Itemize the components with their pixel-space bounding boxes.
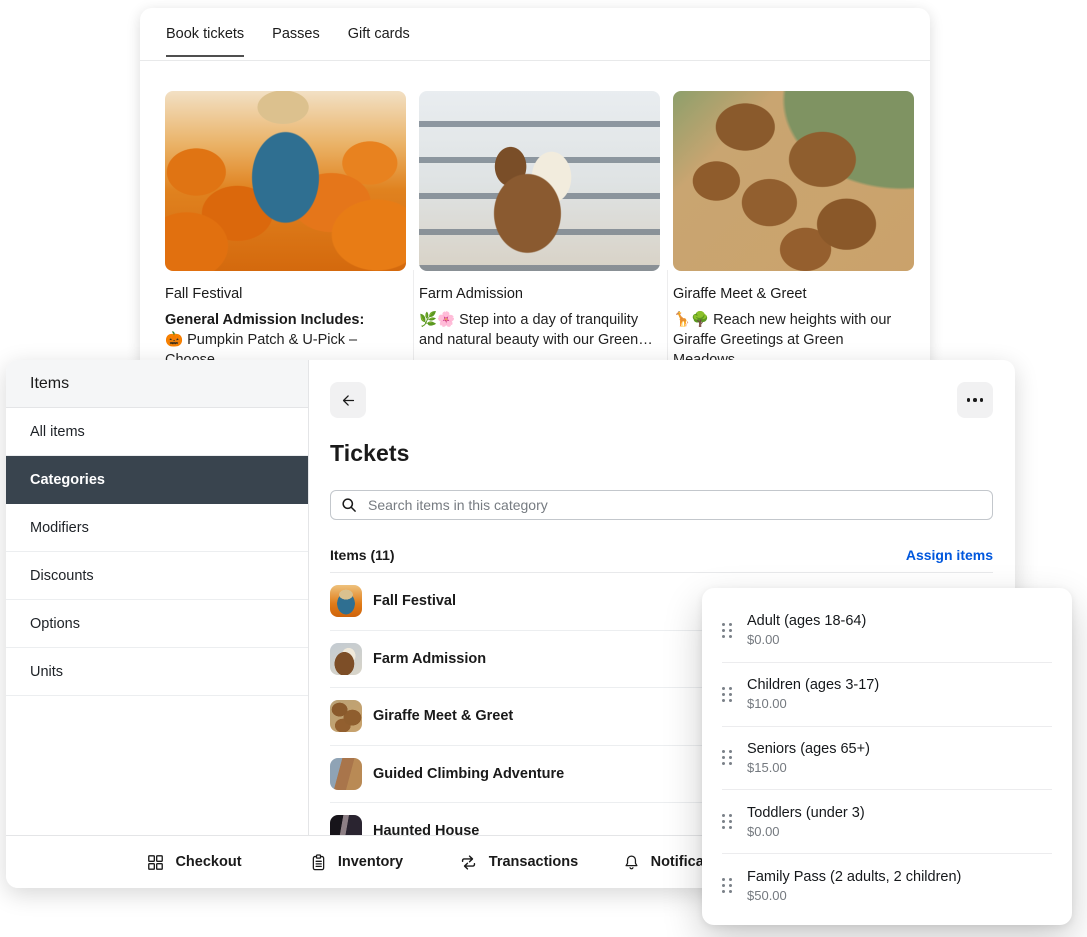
assign-items-link[interactable]: Assign items — [906, 547, 993, 563]
category-title: Tickets — [330, 440, 993, 467]
item-thumbnail — [330, 700, 362, 732]
nav-item-checkout[interactable]: Checkout — [113, 853, 275, 872]
item-label: Farm Admission — [373, 651, 486, 667]
six-dot-drag-handle-icon[interactable] — [722, 878, 732, 893]
item-label: Giraffe Meet & Greet — [373, 708, 513, 724]
sidebar-item-options[interactable]: Options — [6, 600, 308, 648]
event-cards: Fall Festival General Admission Includes… — [140, 61, 930, 370]
card-farm-admission[interactable]: Farm Admission 🌿🌸 Step into a day of tra… — [419, 91, 660, 370]
variation-name: Seniors (ages 65+) — [747, 741, 870, 757]
card-title: Farm Admission — [419, 286, 660, 302]
six-dot-drag-handle-icon[interactable] — [722, 750, 732, 765]
sidebar-title: Items — [6, 360, 308, 408]
item-thumbnail — [330, 758, 362, 790]
booking-window: Book tickets Passes Gift cards Fall Fest… — [140, 8, 930, 372]
giraffe-photo — [673, 91, 914, 271]
variation-name: Adult (ages 18-64) — [747, 613, 866, 629]
booking-tabbar: Book tickets Passes Gift cards — [140, 8, 930, 61]
tab-passes[interactable]: Passes — [272, 8, 320, 60]
ellipsis-icon — [967, 398, 984, 402]
more-options-button[interactable] — [957, 382, 993, 418]
tab-book-tickets[interactable]: Book tickets — [166, 8, 244, 60]
variation-price: $0.00 — [747, 632, 866, 647]
item-label: Guided Climbing Adventure — [373, 766, 564, 782]
variation-row-seniors[interactable]: Seniors (ages 65+) $15.00 — [722, 727, 1052, 791]
card-divider — [667, 270, 668, 372]
search-bar[interactable] — [330, 490, 993, 520]
sidebar-item-categories[interactable]: Categories — [6, 456, 308, 504]
variation-name: Family Pass (2 adults, 2 children) — [747, 869, 961, 885]
clipboard-icon — [309, 853, 328, 872]
card-title: Fall Festival — [165, 286, 406, 302]
card-title: Giraffe Meet & Greet — [673, 286, 914, 302]
sidebar-item-discounts[interactable]: Discounts — [6, 552, 308, 600]
variation-price: $15.00 — [747, 760, 870, 775]
card-giraffe-meet-greet[interactable]: Giraffe Meet & Greet 🦒🌳 Reach new height… — [673, 91, 914, 370]
magnifier-icon — [341, 497, 357, 513]
sidebar-item-units[interactable]: Units — [6, 648, 308, 696]
item-thumbnail — [330, 585, 362, 617]
arrow-left-icon — [340, 392, 357, 409]
grid-icon — [146, 853, 165, 872]
sidebar-item-modifiers[interactable]: Modifiers — [6, 504, 308, 552]
item-thumbnail — [330, 815, 362, 836]
search-input[interactable] — [366, 496, 982, 514]
six-dot-drag-handle-icon[interactable] — [722, 814, 732, 829]
variation-price: $50.00 — [747, 888, 961, 903]
six-dot-drag-handle-icon[interactable] — [722, 687, 732, 702]
nav-label: Transactions — [489, 854, 578, 870]
fall-festival-photo — [165, 91, 406, 271]
six-dot-drag-handle-icon[interactable] — [722, 623, 732, 638]
farm-admission-photo — [419, 91, 660, 271]
card-fall-festival[interactable]: Fall Festival General Admission Includes… — [165, 91, 406, 370]
bell-icon — [622, 853, 641, 872]
item-thumbnail — [330, 643, 362, 675]
variation-row-family-pass[interactable]: Family Pass (2 adults, 2 children) $50.0… — [722, 854, 1052, 917]
variation-row-toddlers[interactable]: Toddlers (under 3) $0.00 — [722, 790, 1052, 854]
page: Book tickets Passes Gift cards Fall Fest… — [0, 0, 1087, 937]
items-sidebar: Items All items Categories Modifiers Dis… — [6, 360, 309, 836]
variation-name: Toddlers (under 3) — [747, 805, 865, 821]
card-description-heading: General Admission Includes: — [165, 310, 406, 330]
variation-price: $0.00 — [747, 824, 865, 839]
card-divider — [413, 270, 414, 372]
nav-label: Inventory — [338, 854, 403, 870]
item-label: Fall Festival — [373, 593, 456, 609]
nav-item-inventory[interactable]: Inventory — [275, 853, 437, 872]
variation-name: Children (ages 3-17) — [747, 677, 879, 693]
tab-gift-cards[interactable]: Gift cards — [348, 8, 410, 60]
nav-item-transactions[interactable]: Transactions — [437, 853, 599, 872]
variation-row-adult[interactable]: Adult (ages 18-64) $0.00 — [722, 599, 1052, 663]
variation-row-children[interactable]: Children (ages 3-17) $10.00 — [722, 663, 1052, 727]
card-description: 🌿🌸 Step into a day of tranquility and na… — [419, 310, 660, 350]
variation-price: $10.00 — [747, 696, 879, 711]
back-button[interactable] — [330, 382, 366, 418]
items-count-label: Items (11) — [330, 547, 395, 563]
sidebar-item-all-items[interactable]: All items — [6, 408, 308, 456]
nav-label: Checkout — [175, 854, 241, 870]
double-arrows-icon — [458, 853, 479, 872]
ticket-variations-panel: Adult (ages 18-64) $0.00 Children (ages … — [702, 588, 1072, 925]
